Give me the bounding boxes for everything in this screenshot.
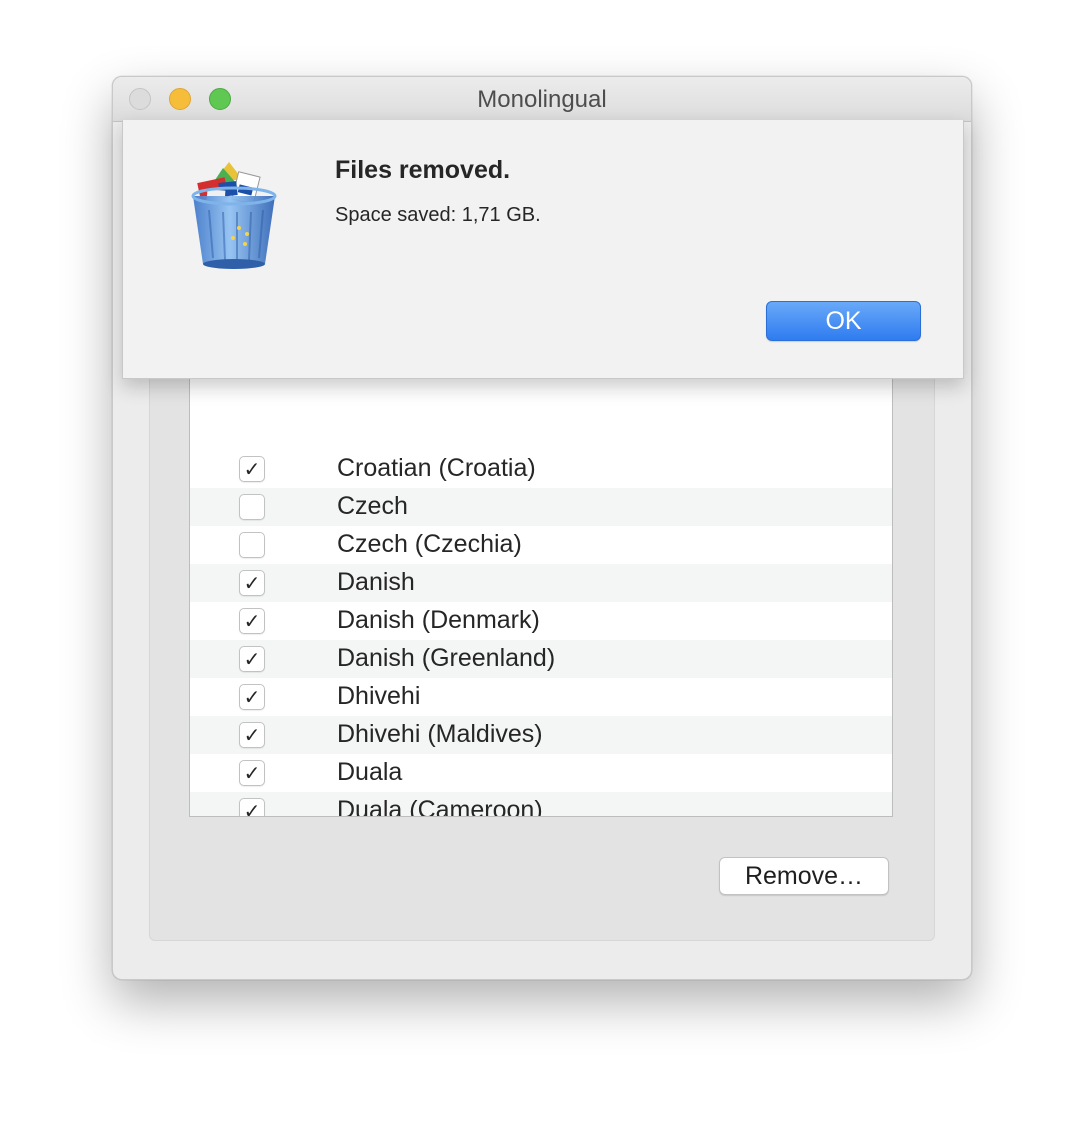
language-checkbox[interactable]: ✓ [239, 570, 265, 596]
language-label: Duala (Cameroon) [337, 796, 543, 817]
language-label: Czech (Czechia) [337, 530, 522, 558]
ok-button[interactable]: OK [766, 301, 921, 341]
language-row[interactable]: Czech [190, 488, 892, 526]
language-checkbox[interactable]: ✓ [239, 722, 265, 748]
language-label: Czech [337, 492, 408, 520]
language-checkbox[interactable]: ✓ [239, 798, 265, 816]
language-label: Danish (Greenland) [337, 644, 556, 672]
dialog-title: Files removed. [335, 156, 511, 184]
title-bar[interactable]: Monolingual [113, 77, 971, 122]
trash-icon [191, 162, 277, 269]
language-row[interactable]: ✓ Dhivehi (Maldives) [190, 716, 892, 754]
language-row[interactable]: ✓ Croatian (Croatia) [190, 450, 892, 488]
language-row[interactable]: ✓ Duala [190, 754, 892, 792]
language-label: Danish (Denmark) [337, 606, 540, 634]
dialog-message: Space saved: 1,71 GB. [335, 204, 541, 226]
language-label: Dhivehi [337, 682, 421, 710]
remove-button[interactable]: Remove… [719, 857, 889, 895]
language-row[interactable]: Czech (Czechia) [190, 526, 892, 564]
window-title: Monolingual [477, 86, 607, 113]
language-checkbox[interactable]: ✓ [239, 456, 265, 482]
files-removed-dialog: Files removed. Space saved: 1,71 GB. OK [122, 120, 964, 379]
language-row[interactable]: ✓ Danish [190, 564, 892, 602]
language-checkbox[interactable] [239, 532, 265, 558]
language-checkbox[interactable]: ✓ [239, 608, 265, 634]
language-label: Dhivehi (Maldives) [337, 720, 543, 748]
language-checkbox[interactable]: ✓ [239, 646, 265, 672]
language-row[interactable]: ✓ Danish (Denmark) [190, 602, 892, 640]
language-row[interactable]: ✓ Dhivehi [190, 678, 892, 716]
language-checkbox[interactable] [239, 494, 265, 520]
language-checkbox[interactable]: ✓ [239, 684, 265, 710]
language-label: Danish [337, 568, 415, 596]
language-list[interactable]: ✓ Croatian (Croatia) Czech Czech (Czechia) ✓… [189, 337, 893, 817]
language-label: Duala [337, 758, 403, 786]
language-label: Croatian (Croatia) [337, 454, 536, 482]
language-row[interactable]: ✓ Duala (Cameroon) [190, 792, 892, 817]
language-checkbox[interactable]: ✓ [239, 760, 265, 786]
language-row[interactable]: ✓ Danish (Greenland) [190, 640, 892, 678]
